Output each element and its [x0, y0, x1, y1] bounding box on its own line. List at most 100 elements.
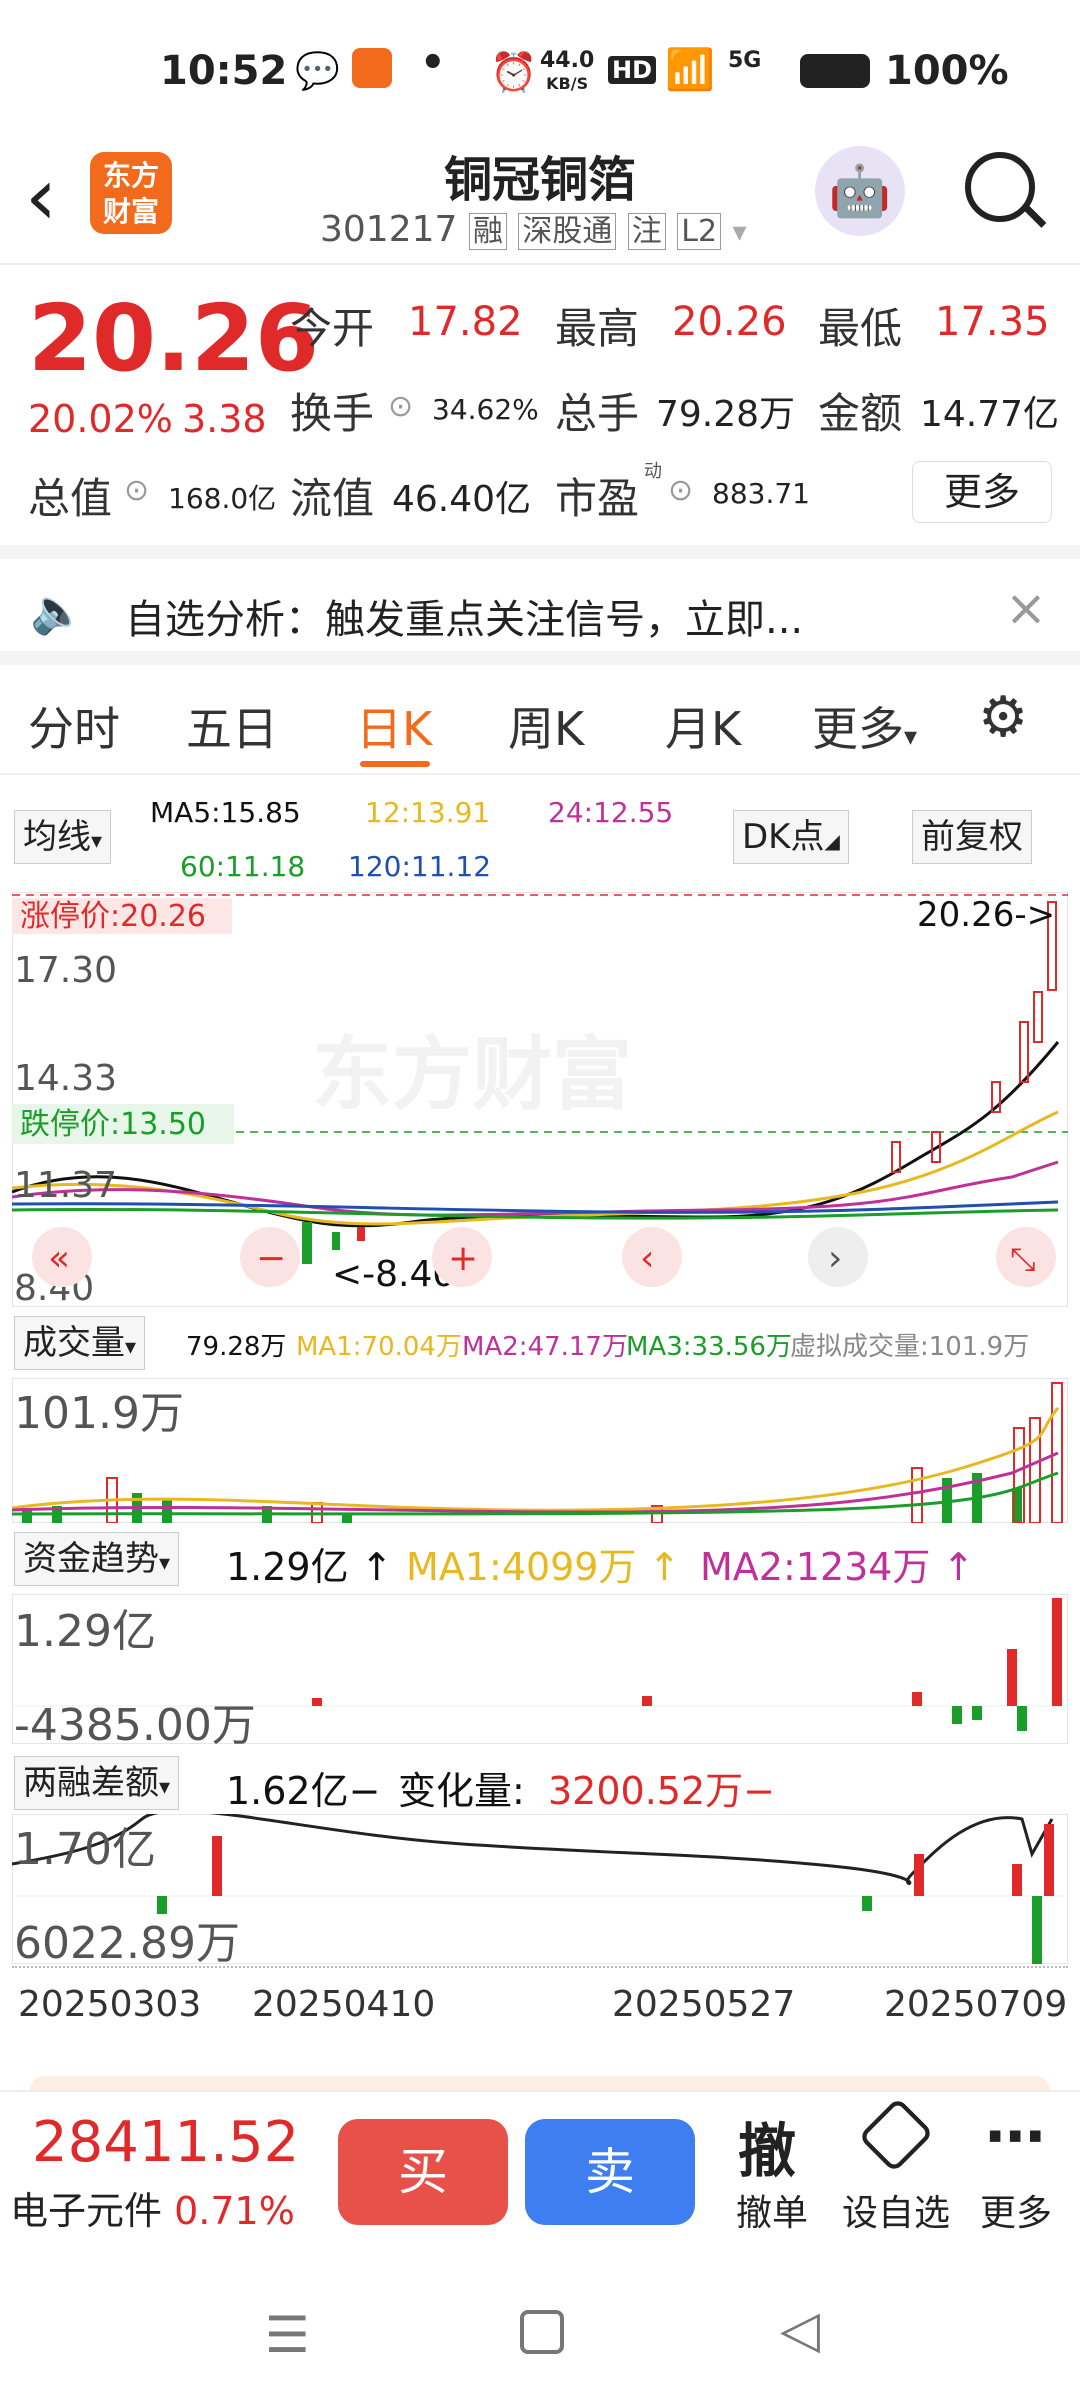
ma120-value: 120:11.12: [348, 850, 492, 883]
info-icon[interactable]: ⊙: [668, 473, 693, 508]
tab-intraday[interactable]: 分时: [28, 693, 120, 759]
dk-select[interactable]: DK点◢: [733, 810, 849, 864]
tab-5day[interactable]: 五日: [186, 693, 278, 759]
fund-ma2: MA2:1234万 ↑: [700, 1545, 975, 1589]
volume-current: 79.28万: [186, 1332, 287, 1362]
analysis-banner[interactable]: 🔈 自选分析：触发重点关注信号，立即... ×: [0, 545, 1080, 665]
robot-avatar-icon[interactable]: 🤖: [815, 146, 905, 236]
fund-select[interactable]: 资金趋势▾: [14, 1532, 180, 1586]
turnover-label: 换手: [290, 389, 375, 438]
tab-weekly-k[interactable]: 周K: [508, 693, 584, 759]
more-label[interactable]: 更多: [980, 2184, 1052, 2236]
ma24-value: 24:12.55: [548, 796, 674, 829]
system-nav: ☰ ◁: [0, 2250, 1080, 2400]
alarm-icon: ⏰: [490, 50, 538, 94]
more-icon[interactable]: ⋯: [985, 2102, 1045, 2172]
virtual-volume: 虚拟成交量:101.9万: [790, 1332, 1030, 1362]
y-tick-1: 17.30: [14, 950, 117, 991]
fund-ymax: 1.29亿: [14, 1606, 156, 1657]
volume-ymax: 101.9万: [14, 1388, 184, 1439]
settings-icon[interactable]: ⚙: [978, 685, 1028, 750]
float-value: 46.40亿: [392, 479, 532, 520]
ma12-value: 12:13.91: [365, 796, 491, 829]
cancel-order-label[interactable]: 撤单: [736, 2184, 808, 2236]
margin-change-label: 变化量:: [398, 1769, 525, 1813]
margin-change: 3200.52万−: [548, 1769, 775, 1813]
margin-current: 1.62亿−: [226, 1769, 381, 1813]
info-icon[interactable]: ⊙: [388, 389, 413, 424]
svg-text:«: «: [48, 1238, 70, 1279]
volume-chart[interactable]: 101.9万: [12, 1378, 1068, 1523]
tag-reg: 注: [627, 213, 666, 250]
ma60-value: 60:11.18: [180, 850, 306, 883]
change-pct: 20.02%: [28, 397, 173, 441]
battery-level: 100%: [885, 48, 1009, 94]
info-icon[interactable]: ⊙: [124, 473, 149, 508]
adjust-select[interactable]: 前复权: [912, 810, 1032, 864]
home-icon[interactable]: [520, 2310, 564, 2354]
wechat-icon: 💬: [295, 51, 340, 92]
volume-label: 总手: [555, 389, 640, 438]
index-value: 28411.52: [32, 2110, 300, 2175]
date-3: 20250527: [612, 1984, 796, 2025]
stock-header: ‹ 东方 财富 铜冠铜箔 301217 融 深股通 注 L2 ▾ 🤖: [0, 140, 1080, 265]
close-icon[interactable]: ×: [1005, 579, 1047, 637]
fund-ymin: -4385.00万: [14, 1700, 256, 1744]
date-axis: [12, 1966, 1068, 1976]
status-bar: 10:52 💬 • ⏰ 44.0 KB/S HD 📶 5G 100%: [0, 0, 1080, 140]
more-quote-button[interactable]: 更多: [912, 461, 1052, 523]
promo-strip: [30, 2076, 1050, 2090]
net-speed: 44.0 KB/S: [540, 48, 595, 94]
hd-icon: HD: [608, 56, 657, 84]
tab-monthly-k[interactable]: 月K: [665, 693, 741, 759]
amount-value: 14.77亿: [920, 394, 1060, 435]
chevron-down-icon: ▾: [732, 215, 747, 248]
tab-indicator: [360, 761, 430, 767]
tab-daily-k[interactable]: 日K: [356, 693, 432, 759]
amount-label: 金额: [818, 389, 903, 438]
margin-chart[interactable]: 1.70亿 6022.89万: [12, 1814, 1068, 1964]
menu-icon[interactable]: ☰: [265, 2306, 310, 2364]
ma-select[interactable]: 均线▾: [14, 810, 112, 864]
pe-sup: 动: [644, 461, 662, 482]
svg-text:›: ›: [828, 1238, 842, 1279]
margin-select[interactable]: 两融差额▾: [14, 1756, 180, 1810]
open-label: 今开: [290, 304, 375, 353]
volume-ma1: MA1:70.04万: [296, 1332, 462, 1362]
date-4: 20250709: [884, 1984, 1068, 2025]
dot-icon: •: [420, 40, 446, 86]
signal-label: 5G: [728, 48, 762, 73]
tab-more[interactable]: 更多▾: [812, 693, 917, 759]
stock-code-row[interactable]: 301217 融 深股通 注 L2 ▾: [320, 206, 747, 250]
fund-chart[interactable]: 1.29亿 -4385.00万: [12, 1594, 1068, 1744]
wifi-icon: 📶: [665, 47, 715, 93]
svg-text:+: +: [448, 1238, 478, 1279]
status-time: 10:52: [160, 48, 288, 94]
sell-button[interactable]: 卖: [525, 2119, 695, 2225]
add-watchlist-label[interactable]: 设自选: [842, 2184, 950, 2236]
volume-select[interactable]: 成交量▾: [14, 1316, 146, 1370]
watermark: 东方财富: [312, 1028, 632, 1121]
ma5-value: MA5:15.85: [150, 796, 301, 829]
volume-value: 79.28万: [656, 394, 796, 435]
limit-up-label: 涨停价:20.26: [20, 899, 206, 934]
buy-button[interactable]: 买: [338, 2119, 508, 2225]
fund-ma1: MA1:4099万 ↑: [406, 1545, 681, 1589]
low-value: 17.35: [935, 299, 1050, 345]
high-value: 20.26: [672, 299, 787, 345]
volume-ma2: MA2:47.17万: [462, 1332, 628, 1362]
change-amount: 3.38: [182, 397, 267, 441]
float-label: 流值: [290, 474, 375, 523]
kline-chart[interactable]: 东方财富 涨停价:20.26 20.26-> 17.30 14.33 跌停价:1…: [12, 892, 1068, 1307]
index-name[interactable]: 电子元件 0.71%: [10, 2180, 295, 2235]
pe-value: 883.71: [712, 477, 810, 510]
last-price-tag: 20.26->: [917, 895, 1055, 935]
back-nav-icon[interactable]: ◁: [780, 2300, 820, 2360]
stock-code: 301217: [320, 209, 458, 250]
cancel-order-icon[interactable]: 撤: [738, 2104, 796, 2188]
battery-icon: [800, 54, 870, 88]
add-watchlist-icon[interactable]: [858, 2097, 934, 2173]
turnover-value: 34.62%: [432, 393, 539, 426]
tag-connect: 深股通: [518, 213, 617, 250]
volume-ma3: MA3:33.56万: [626, 1332, 792, 1362]
